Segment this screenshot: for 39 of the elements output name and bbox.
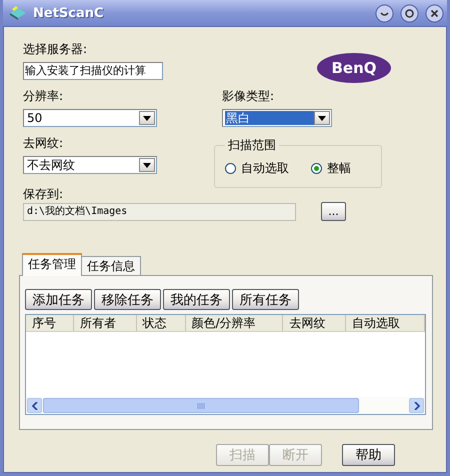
field-label: 影像类型:	[222, 89, 276, 104]
server-field[interactable]: 输入安装了扫描仪的计算	[23, 62, 163, 80]
close-icon[interactable]	[425, 4, 444, 22]
maximize-icon[interactable]	[400, 4, 419, 22]
tab[interactable]: 任务信息	[81, 256, 141, 275]
minimize-icon[interactable]	[375, 4, 394, 22]
radio-button[interactable]	[225, 163, 236, 174]
field-label: 选择服务器:	[23, 42, 88, 57]
radio-button[interactable]	[311, 163, 322, 174]
brand-logo: BenQ	[317, 53, 391, 83]
column-header[interactable]: 去网纹	[283, 315, 346, 331]
task-button[interactable]: 所有任务	[232, 289, 299, 310]
task-button[interactable]: 我的任务	[163, 289, 230, 310]
horizontal-scrollbar[interactable]	[26, 397, 425, 414]
scroll-left-icon[interactable]	[27, 398, 42, 413]
descreen-dropdown[interactable]: 不去网纹	[23, 156, 157, 174]
field-label: 保存到:	[23, 187, 64, 201]
column-header[interactable]: 颜色/分辨率	[186, 315, 284, 331]
save-path-field[interactable]: d:\我的文档\Images	[23, 202, 296, 220]
action-button[interactable]: 帮助	[342, 444, 395, 466]
image-type-dropdown[interactable]: 黑白	[222, 109, 332, 127]
column-header[interactable]: 自动选取	[346, 315, 425, 331]
window-title: NetScanC	[33, 6, 105, 20]
field-label: 去网纹:	[23, 136, 64, 151]
group-title: 扫描范围	[227, 137, 277, 154]
scroll-thumb[interactable]	[43, 398, 359, 413]
task-button[interactable]: 添加任务	[25, 289, 92, 310]
radio-label: 自动选取	[241, 160, 289, 177]
scanner-icon	[9, 5, 27, 21]
tab[interactable]: 任务管理	[22, 253, 82, 276]
column-header[interactable]: 序号	[26, 315, 74, 331]
column-header[interactable]: 状态	[136, 315, 186, 331]
resolution-dropdown[interactable]: 50	[23, 109, 157, 127]
field-label: 分辨率:	[23, 89, 64, 104]
radio-label: 整幅	[327, 160, 351, 177]
scroll-right-icon[interactable]	[409, 398, 424, 413]
browse-button[interactable]: ...	[321, 202, 346, 221]
column-header[interactable]: 所有者	[74, 315, 137, 331]
task-button[interactable]: 移除任务	[94, 289, 161, 310]
